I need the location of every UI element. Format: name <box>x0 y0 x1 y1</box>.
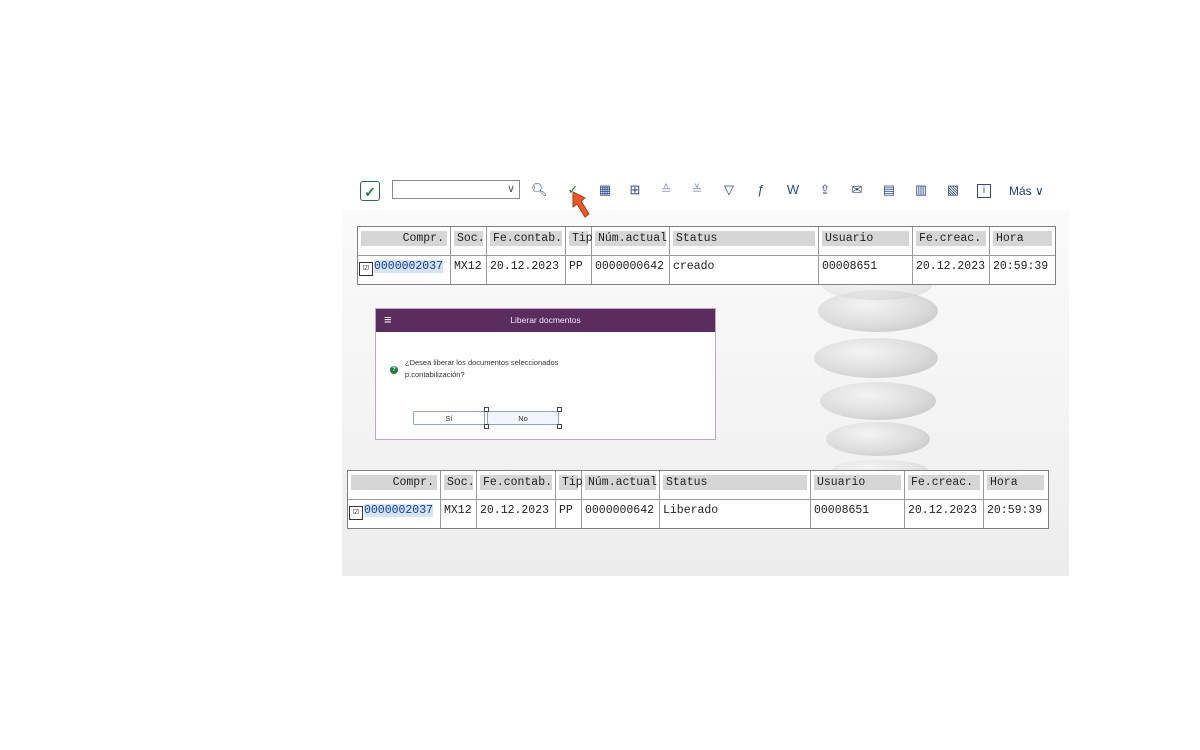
row-checkbox[interactable]: ☑ <box>359 262 373 276</box>
green-checkmark-icon[interactable]: ✓ <box>360 181 380 201</box>
header-soc[interactable]: Soc. <box>444 475 475 490</box>
cell-num-actual: 0000000642 <box>592 256 670 284</box>
chevron-down-icon: ∨ <box>506 183 515 195</box>
header-tip[interactable]: Tip <box>569 231 593 246</box>
header-hora[interactable]: Hora <box>987 475 1044 490</box>
cell-usuario: 00008651 <box>811 500 905 528</box>
mail-icon[interactable]: ✉ <box>849 182 865 198</box>
dialog-title: Liberar docmentos <box>510 315 581 325</box>
layout-select[interactable]: ∨ <box>392 180 520 199</box>
header-hora[interactable]: Hora <box>993 231 1052 246</box>
table-header-row: Compr. Soc. Fe.contab. Tip Núm.actual St… <box>348 471 1048 499</box>
cell-usuario: 00008651 <box>819 256 913 284</box>
cell-status: creado <box>670 256 819 284</box>
dialog-header: ≡ Liberar docmentos <box>376 309 715 332</box>
cell-compr[interactable]: 0000002037 <box>364 504 434 517</box>
header-status[interactable]: Status <box>673 231 815 246</box>
header-num-actual[interactable]: Núm.actual <box>595 231 667 246</box>
document-search-icon[interactable]: 🔍︎ <box>531 182 548 198</box>
table-config-icon[interactable]: ▥ <box>913 182 929 198</box>
sort-descending-icon[interactable]: ≚ <box>689 182 705 198</box>
header-usuario[interactable]: Usuario <box>814 475 901 490</box>
cell-fe-creac: 20.12.2023 <box>913 256 990 284</box>
release-documents-dialog: ≡ Liberar docmentos ? ¿Desea liberar los… <box>375 308 716 440</box>
header-fe-creac[interactable]: Fe.creac. <box>908 475 980 490</box>
cell-tip: PP <box>556 500 582 528</box>
header-num-actual[interactable]: Núm.actual <box>585 475 657 490</box>
question-icon: ? <box>390 366 398 374</box>
sort-ascending-icon[interactable]: ≙ <box>658 182 674 198</box>
word-export-icon[interactable]: W <box>785 182 801 198</box>
filter-icon[interactable]: ▽ <box>721 182 737 198</box>
export-icon[interactable]: ⇪ <box>817 182 833 198</box>
header-usuario[interactable]: Usuario <box>822 231 909 246</box>
layout-change-icon[interactable]: ⊞ <box>627 182 643 198</box>
layout-icon[interactable]: ▦ <box>597 182 613 198</box>
no-button[interactable]: No <box>487 411 559 425</box>
toolbar: ✓ ∨ 🔍︎ ✓ ▦ ⊞ ≙ ≚ ▽ ƒ W ⇪ ✉ ▤ ▥ ▧ i Más ∨ <box>355 176 1065 208</box>
results-table-top: Compr. Soc. Fe.contab. Tip Núm.actual St… <box>357 226 1056 285</box>
formula-icon[interactable]: ƒ <box>753 182 769 198</box>
spreadsheet-icon[interactable]: ▤ <box>881 182 897 198</box>
header-status[interactable]: Status <box>663 475 807 490</box>
cell-hora: 20:59:39 <box>993 260 1049 273</box>
cell-soc: MX12 <box>451 256 487 284</box>
header-fe-creac[interactable]: Fe.creac. <box>916 231 986 246</box>
header-soc[interactable]: Soc. <box>454 231 485 246</box>
info-icon[interactable]: i <box>977 184 991 198</box>
header-tip[interactable]: Tip <box>559 475 583 490</box>
cell-compr[interactable]: 0000002037 <box>374 260 444 273</box>
dialog-message: ¿Desea liberar los documentos selecciona… <box>405 358 559 379</box>
cell-hora: 20:59:39 <box>987 504 1043 517</box>
header-compr[interactable]: Compr. <box>361 231 447 246</box>
yes-button[interactable]: Sí <box>413 411 485 425</box>
row-checkbox[interactable]: ☑ <box>349 506 363 520</box>
cell-status: Liberado <box>660 500 811 528</box>
cell-soc: MX12 <box>441 500 477 528</box>
table-row[interactable]: ☑ 0000002037 MX12 20.12.2023 PP 000000064… <box>358 255 1055 284</box>
header-fe-contab[interactable]: Fe.contab. <box>480 475 552 490</box>
cell-fe-contab: 20.12.2023 <box>487 256 566 284</box>
cell-num-actual: 0000000642 <box>582 500 660 528</box>
cell-tip: PP <box>566 256 592 284</box>
header-compr[interactable]: Compr. <box>351 475 437 490</box>
orange-arrow-annotation <box>572 191 590 218</box>
cell-fe-contab: 20.12.2023 <box>477 500 556 528</box>
header-fe-contab[interactable]: Fe.contab. <box>490 231 562 246</box>
results-table-bottom: Compr. Soc. Fe.contab. Tip Núm.actual St… <box>347 470 1049 529</box>
table-export-icon[interactable]: ▧ <box>945 182 961 198</box>
table-row[interactable]: ☑ 0000002037 MX12 20.12.2023 PP 000000064… <box>348 499 1048 528</box>
more-menu[interactable]: Más ∨ <box>1009 184 1044 198</box>
table-header-row: Compr. Soc. Fe.contab. Tip Núm.actual St… <box>358 227 1055 255</box>
cell-fe-creac: 20.12.2023 <box>905 500 984 528</box>
